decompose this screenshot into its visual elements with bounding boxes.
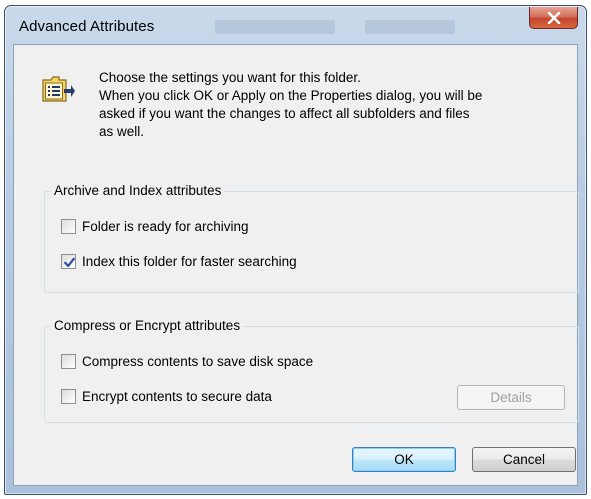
archive-checkbox-row[interactable]: Folder is ready for archiving	[61, 219, 249, 234]
close-x-icon	[547, 11, 560, 24]
ok-button[interactable]: OK	[352, 447, 456, 472]
title-bar[interactable]: Advanced Attributes	[5, 6, 586, 44]
encrypt-checkbox-row[interactable]: Encrypt contents to secure data	[61, 389, 272, 404]
archive-checkbox[interactable]	[61, 219, 76, 234]
index-checkbox[interactable]	[61, 254, 76, 269]
index-checkbox-label: Index this folder for faster searching	[82, 254, 297, 269]
header-line: When you click OK or Apply on the Proper…	[99, 88, 483, 103]
cancel-button-label: Cancel	[502, 452, 546, 467]
compress-encrypt-group-label: Compress or Encrypt attributes	[51, 317, 244, 335]
compress-encrypt-group: Compress or Encrypt attributes Compress …	[44, 317, 579, 423]
dialog-client-area: Choose the settings you want for this fo…	[13, 44, 579, 486]
archive-index-group-label: Archive and Index attributes	[51, 182, 225, 200]
advanced-attributes-window: Advanced Attributes Choose the settings …	[4, 5, 587, 495]
window-title: Advanced Attributes	[19, 18, 155, 35]
details-button-label: Details	[490, 390, 532, 405]
archive-checkbox-label: Folder is ready for archiving	[82, 219, 249, 234]
checkmark-icon	[64, 257, 75, 268]
details-button[interactable]: Details	[457, 385, 565, 410]
index-checkbox-row[interactable]: Index this folder for faster searching	[61, 254, 297, 269]
header-description: Choose the settings you want for this fo…	[99, 69, 569, 141]
folder-properties-icon	[42, 76, 75, 102]
background-blur	[215, 20, 335, 34]
encrypt-checkbox-label: Encrypt contents to secure data	[82, 389, 272, 404]
compress-checkbox[interactable]	[61, 354, 76, 369]
header-line: as well.	[99, 124, 145, 139]
archive-index-group: Archive and Index attributes Folder is r…	[44, 182, 579, 293]
background-blur	[365, 20, 455, 34]
header-line: Choose the settings you want for this fo…	[99, 70, 361, 85]
ok-button-label: OK	[394, 452, 414, 467]
compress-checkbox-row[interactable]: Compress contents to save disk space	[61, 354, 313, 369]
cancel-button[interactable]: Cancel	[472, 447, 576, 472]
encrypt-checkbox[interactable]	[61, 389, 76, 404]
close-button[interactable]	[529, 7, 578, 29]
compress-checkbox-label: Compress contents to save disk space	[82, 354, 314, 369]
header-line: asked if you want the changes to affect …	[99, 106, 470, 121]
